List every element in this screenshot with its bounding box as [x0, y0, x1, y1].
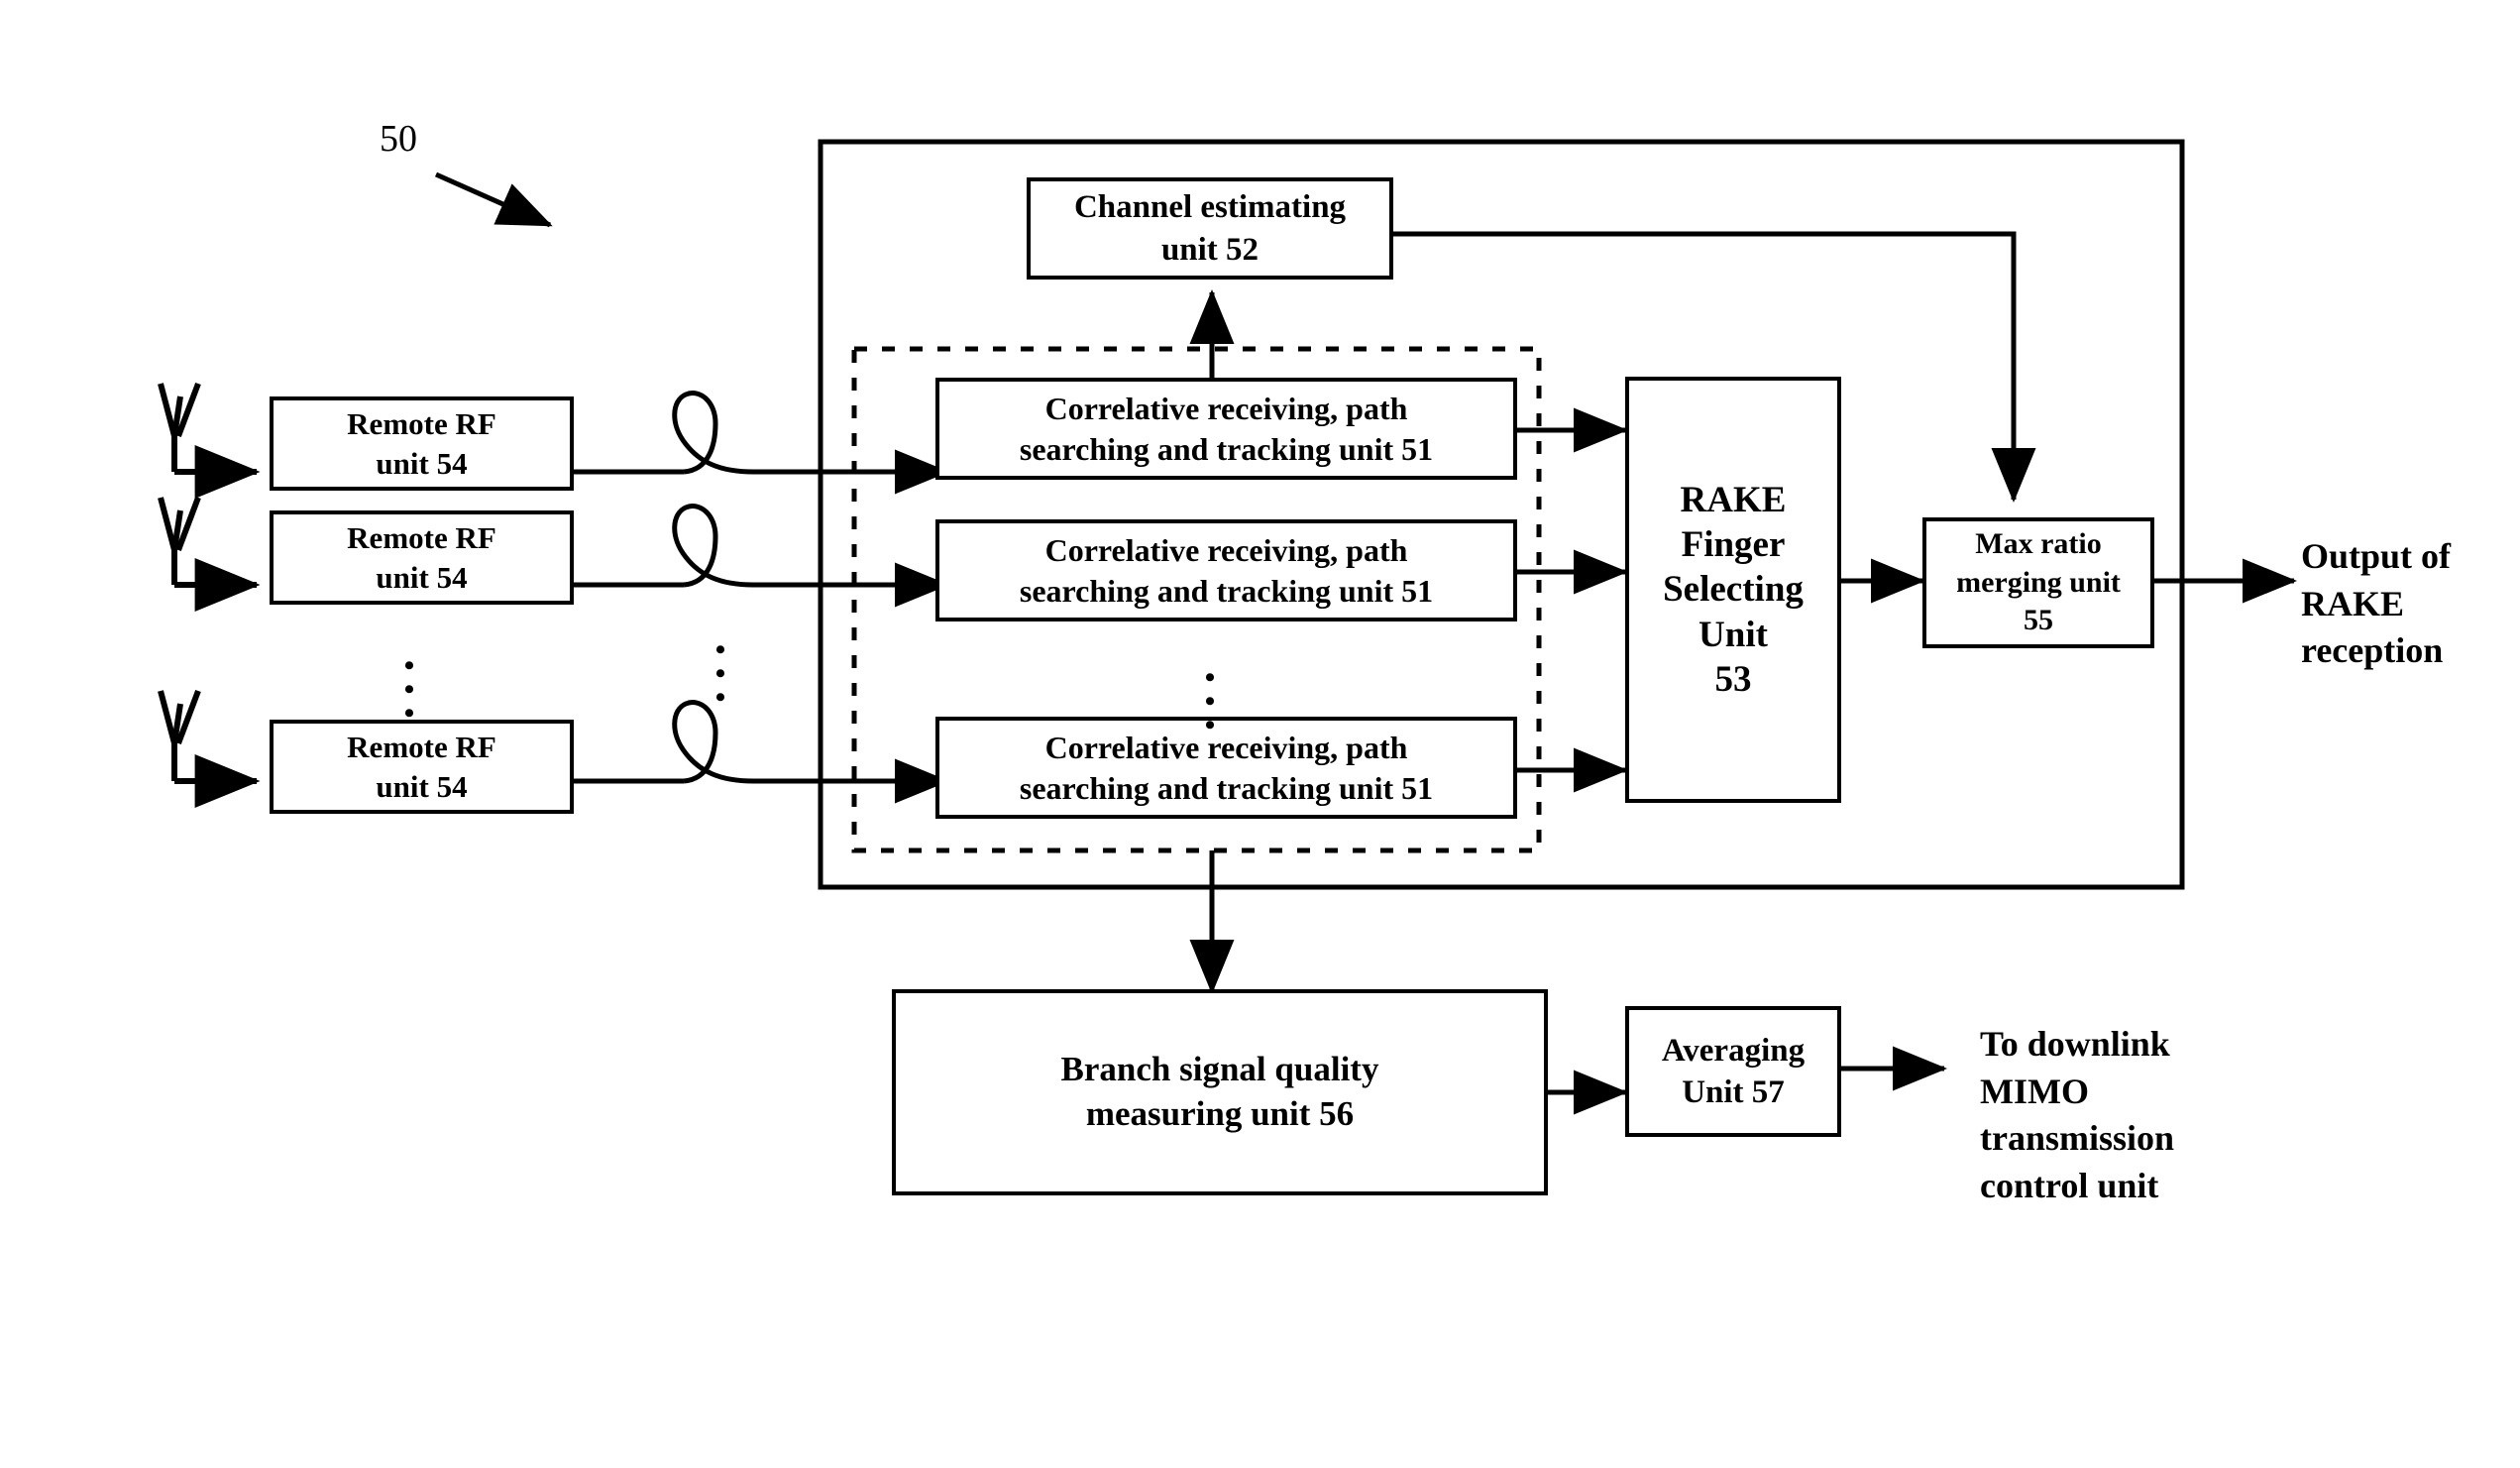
correlative-column-ellipsis-dots: • • • — [1204, 661, 1216, 741]
output-of-rake-reception-label: Output of RAKE reception — [2301, 536, 2452, 671]
remote-rf-unit-2: Remote RF unit 54 — [270, 510, 574, 605]
max-ratio-merging-unit-55-label: Max ratio merging unit 55 — [1956, 527, 2121, 637]
branch-signal-quality-measuring-unit-56: Branch signal quality measuring unit 56 — [892, 989, 1548, 1195]
remote-rf-unit-1-label: Remote RF unit 54 — [347, 405, 496, 481]
fiber-link-2 — [574, 504, 950, 608]
correlative-unit-51-1-label: Correlative receiving, path searching and… — [1019, 390, 1434, 467]
correlative-column-ellipsis: • • • — [1201, 642, 1219, 740]
rake-finger-selecting-unit-53: RAKE Finger Selecting Unit 53 — [1625, 377, 1841, 803]
correlative-unit-51-3-label: Correlative receiving, path searching and… — [1019, 729, 1434, 806]
ref-50-leader — [434, 171, 553, 228]
patent-figure-canvas: 50 Remote RF unit 54 Remote RF unit 54 Rem… — [0, 0, 2520, 1468]
correlative-unit-51-3: Correlative receiving, path searching and… — [935, 717, 1517, 819]
correlative-unit-51-2: Correlative receiving, path searching and… — [935, 519, 1517, 621]
averaging-unit-57: Averaging Unit 57 — [1625, 1006, 1841, 1137]
fiber-column-ellipsis-dots: • • • — [714, 633, 726, 714]
channel-estimating-unit-52: Channel estimating unit 52 — [1027, 177, 1393, 280]
averaging-unit-57-label: Averaging Unit 57 — [1661, 1032, 1806, 1110]
rf-column-ellipsis-dots: • • • — [403, 649, 415, 730]
fiber-column-ellipsis: • • • — [712, 615, 729, 713]
remote-rf-unit-2-label: Remote RF unit 54 — [347, 519, 496, 595]
remote-rf-unit-1: Remote RF unit 54 — [270, 396, 574, 491]
fiber-link-3 — [574, 700, 950, 804]
antenna-icon-1 — [158, 382, 261, 499]
rf-column-ellipsis: • • • — [400, 630, 418, 729]
reference-numeral-50: 50 — [380, 118, 417, 160]
max-ratio-merging-unit-55: Max ratio merging unit 55 — [1922, 517, 2154, 648]
branch-signal-quality-measuring-unit-56-label: Branch signal quality measuring unit 56 — [1060, 1050, 1379, 1133]
remote-rf-unit-3: Remote RF unit 54 — [270, 720, 574, 814]
correlative-unit-51-1: Correlative receiving, path searching and… — [935, 378, 1517, 480]
to-downlink-mimo-control-label: To downlink MIMO transmission control unit — [1980, 1024, 2175, 1205]
antenna-icon-2 — [158, 496, 261, 612]
correlative-unit-51-2-label: Correlative receiving, path searching and… — [1019, 531, 1434, 609]
rake-finger-selecting-unit-53-label: RAKE Finger Selecting Unit 53 — [1663, 480, 1804, 700]
fiber-link-1 — [574, 391, 950, 495]
channel-estimating-unit-52-label: Channel estimating unit 52 — [1073, 189, 1347, 268]
remote-rf-unit-3-label: Remote RF unit 54 — [347, 729, 496, 804]
antenna-icon-3 — [158, 689, 261, 808]
